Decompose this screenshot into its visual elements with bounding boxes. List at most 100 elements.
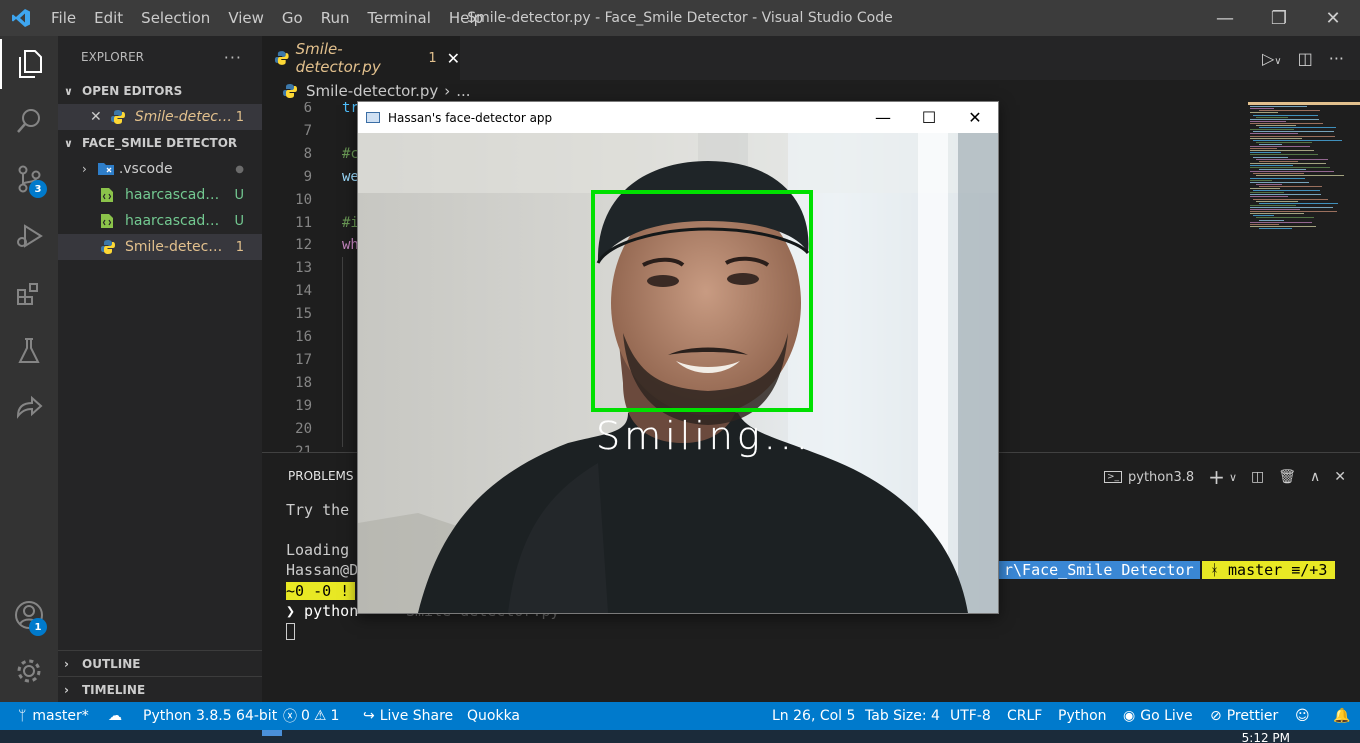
encoding[interactable]: UTF-8 — [950, 702, 991, 730]
run-file-icon[interactable]: ▷∨ — [1262, 49, 1282, 68]
terminal-prompt-user: Hassan@D — [286, 561, 359, 579]
prettier-status[interactable]: ⊘ Prettier — [1210, 702, 1278, 730]
minimap-line — [1253, 190, 1320, 192]
menu-edit[interactable]: Edit — [85, 0, 132, 36]
line-number: 8 — [303, 145, 312, 162]
live-share-status[interactable]: ↪ Live Share — [363, 702, 453, 730]
menu-run[interactable]: Run — [312, 0, 359, 36]
outline-section[interactable]: › OUTLINE — [58, 650, 262, 676]
testing-activity[interactable] — [0, 326, 58, 376]
live-share-label: Live Share — [379, 708, 454, 724]
minimap-line — [1250, 204, 1296, 206]
close-editor-icon[interactable]: ✕ — [90, 109, 102, 125]
menu-go[interactable]: Go — [273, 0, 312, 36]
tree-item-smile-detector[interactable]: Smile-detector.py 1 — [58, 234, 262, 260]
face-detector-window[interactable]: Hassan's face-detector app — ☐ ✕ Smiling… — [357, 101, 999, 614]
open-editor-item[interactable]: ✕ Smile-detector.py 1 — [58, 104, 262, 130]
open-editors-section[interactable]: ∨ OPEN EDITORS — [58, 78, 262, 104]
tab-size[interactable]: Tab Size: 4 — [865, 702, 940, 730]
minimap-line — [1250, 164, 1293, 166]
chevron-down-icon[interactable]: ∨ — [1229, 471, 1237, 484]
breadcrumb-rest[interactable]: ... — [456, 82, 470, 100]
accounts-activity[interactable]: 1 — [0, 590, 58, 640]
cursor-position[interactable]: Ln 26, Col 5 — [772, 702, 855, 730]
menu-selection[interactable]: Selection — [132, 0, 219, 36]
folder-section[interactable]: ∨ FACE_SMILE DETECTOR — [58, 130, 262, 156]
tree-item-status: ● — [235, 163, 244, 175]
close-tab-icon[interactable]: ✕ — [447, 49, 460, 68]
search-activity[interactable] — [0, 96, 58, 146]
title-bar: File Edit Selection View Go Run Terminal… — [0, 0, 1360, 36]
minimap-line — [1250, 171, 1334, 173]
terminal-icon: >_ — [1103, 471, 1123, 483]
line-number: 11 — [295, 214, 312, 231]
minimize-button[interactable]: — — [860, 102, 906, 133]
vscode-folder-icon — [97, 163, 114, 175]
run-debug-activity[interactable] — [0, 211, 58, 261]
more-actions-icon[interactable]: ··· — [1329, 49, 1344, 68]
xml-file-icon — [101, 214, 113, 228]
sync-status[interactable]: ☁ — [108, 702, 122, 730]
minimap-line — [1250, 118, 1319, 120]
minimap[interactable] — [1248, 102, 1360, 452]
menu-view[interactable]: View — [219, 0, 273, 36]
split-editor-icon[interactable]: ◫ — [1298, 49, 1313, 68]
timeline-label: TIMELINE — [82, 682, 146, 697]
tree-item-haarcascade-smile[interactable]: haarcascade_smile.xml U — [58, 208, 262, 234]
menu-help[interactable]: Help — [440, 0, 492, 36]
minimize-button[interactable]: — — [1198, 0, 1252, 36]
line-number: 19 — [295, 397, 312, 414]
timeline-section[interactable]: › TIMELINE — [58, 676, 262, 702]
tab-problems[interactable]: PROBLEMS — [288, 469, 354, 483]
feedback-icon[interactable]: ☺ — [1295, 702, 1310, 730]
go-live-status[interactable]: ◉ Go Live — [1123, 702, 1193, 730]
menu-file[interactable]: File — [42, 0, 85, 36]
close-panel-icon[interactable]: ✕ — [1334, 469, 1346, 485]
more-actions-icon[interactable]: ··· — [224, 48, 242, 67]
minimap-line — [1250, 194, 1321, 196]
terminal-line-loading: Loading — [286, 541, 350, 559]
close-button[interactable]: ✕ — [952, 102, 998, 133]
open-editors-label: OPEN EDITORS — [82, 84, 183, 98]
chevron-right-icon: › — [82, 162, 87, 176]
minimap-line — [1259, 127, 1336, 129]
windows-taskbar: 5:12 PM — [0, 730, 1360, 743]
menu-terminal[interactable]: Terminal — [359, 0, 440, 36]
manage-activity[interactable] — [0, 646, 58, 696]
bell-icon[interactable]: 🔔 — [1333, 702, 1350, 730]
tree-item-haarcascade-face[interactable]: haarcascade_frontalface_default.xml U — [58, 182, 262, 208]
error-icon: ⓧ — [283, 709, 297, 725]
branch-status[interactable]: ᛘ master* — [18, 702, 89, 730]
taskbar-app-icon[interactable] — [262, 730, 282, 736]
minimap-line — [1250, 133, 1298, 135]
problems-status[interactable]: ⓧ 0 ⚠ 1 — [283, 702, 339, 730]
end-of-line[interactable]: CRLF — [1007, 702, 1042, 730]
split-terminal-icon[interactable]: ◫ — [1251, 469, 1264, 485]
add-terminal-icon[interactable]: + — [1208, 465, 1225, 489]
line-number: 7 — [303, 122, 312, 139]
python-interpreter[interactable]: Python 3.8.5 64-bit — [143, 702, 277, 730]
close-window-button[interactable]: ✕ — [1306, 0, 1360, 36]
language-mode[interactable]: Python — [1058, 702, 1107, 730]
minimap-line — [1250, 146, 1310, 147]
minimap-highlight — [1248, 102, 1360, 105]
source-control-activity[interactable]: 3 — [0, 154, 58, 204]
trash-icon[interactable]: 🗑 — [1278, 469, 1296, 485]
chevron-up-icon[interactable]: ∧ — [1310, 469, 1320, 485]
tree-item-status: 1 — [235, 239, 244, 255]
maximize-button[interactable]: ☐ — [906, 102, 952, 133]
minimap-line — [1256, 125, 1296, 126]
flask-icon — [18, 338, 40, 363]
extensions-activity[interactable] — [0, 269, 58, 319]
tab-smile-detector[interactable]: Smile-detector.py 1 ✕ — [262, 36, 460, 80]
live-share-activity[interactable] — [0, 383, 58, 433]
line-number: 20 — [295, 420, 312, 437]
restore-button[interactable]: ❐ — [1252, 0, 1306, 36]
terminal-name[interactable]: python3.8 — [1128, 470, 1194, 485]
quokka-status[interactable]: Quokka — [467, 702, 520, 730]
python-file-icon — [283, 84, 297, 98]
tree-item-vscode[interactable]: › .vscode ● — [58, 156, 262, 182]
explorer-activity[interactable] — [0, 39, 58, 89]
line-number: 21 — [295, 443, 312, 453]
breadcrumb-file[interactable]: Smile-detector.py — [306, 82, 438, 100]
